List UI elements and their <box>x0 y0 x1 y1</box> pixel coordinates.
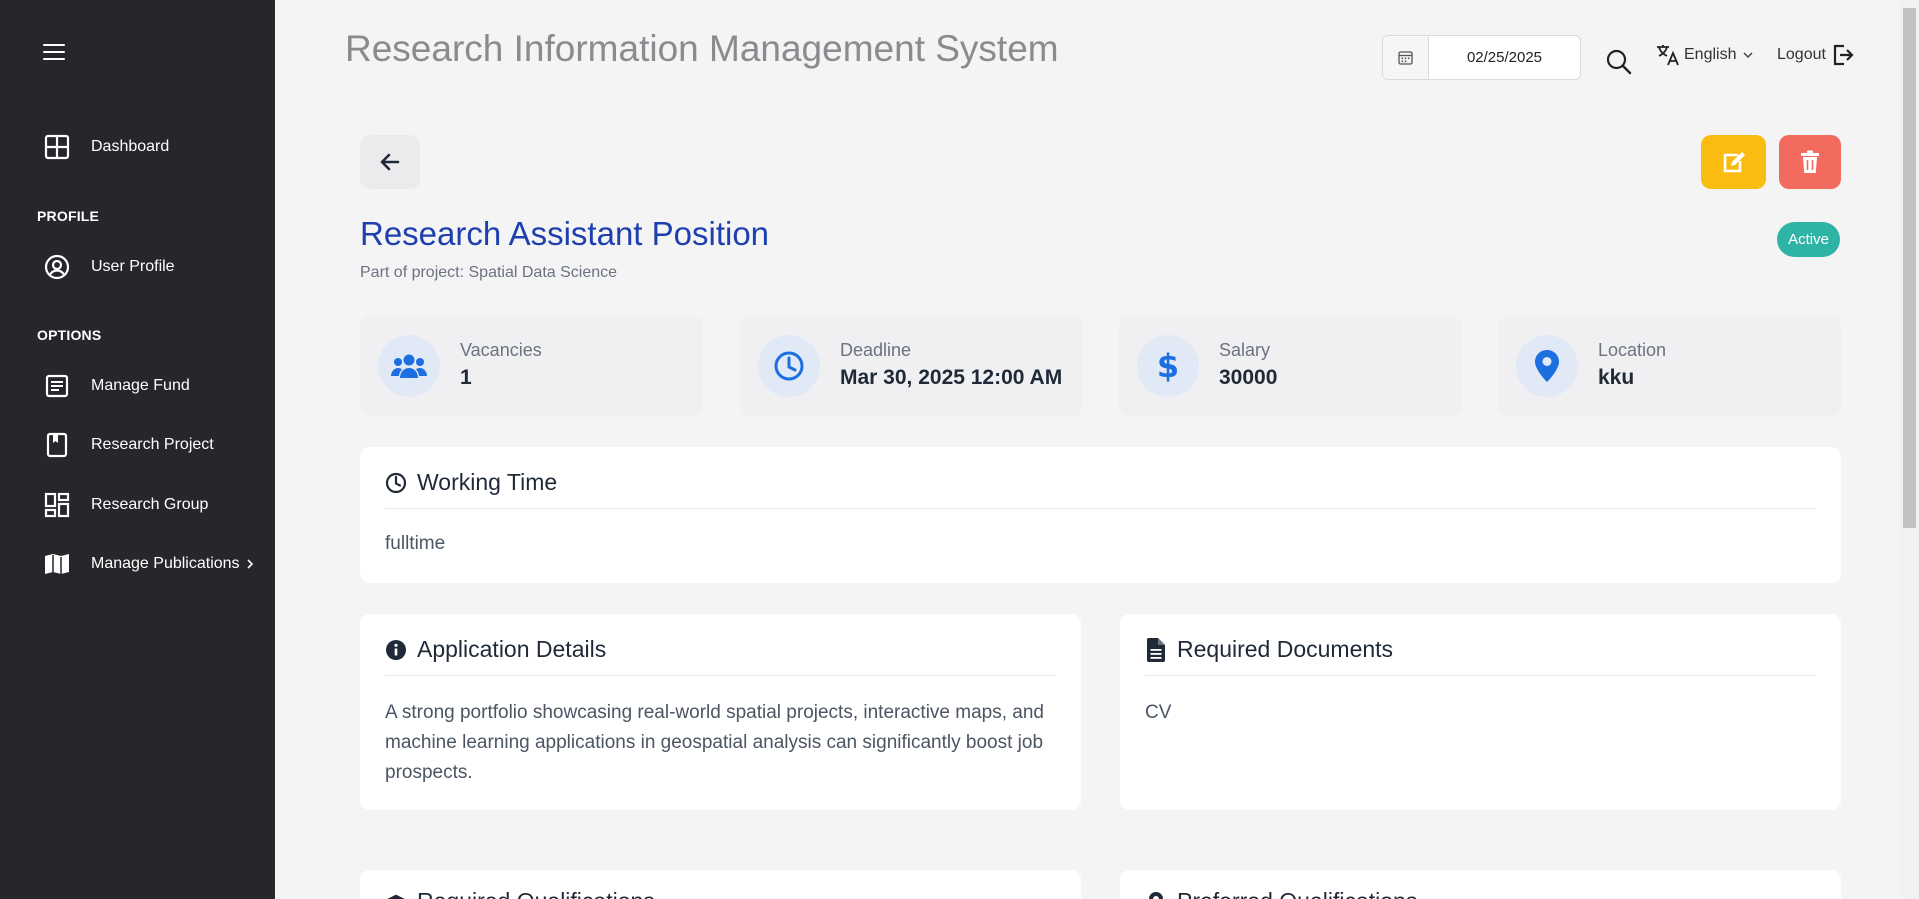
date-value[interactable]: 02/25/2025 <box>1429 36 1580 79</box>
stat-value: 1 <box>460 366 472 389</box>
sidebar-item-label: Manage Fund <box>91 377 190 394</box>
stat-label: Vacancies <box>460 340 542 360</box>
logout-button[interactable]: Logout <box>1777 44 1854 66</box>
card-title: Required Documents <box>1177 636 1394 662</box>
sidebar-item-label: Dashboard <box>91 138 170 155</box>
stat-label: Location <box>1598 340 1667 360</box>
section-label-options: OPTIONS <box>37 327 102 343</box>
language-label: English <box>1684 46 1737 63</box>
sidebar-item-dashboard[interactable]: Dashboard <box>44 134 169 160</box>
sidebar-item-research-group[interactable]: Research Group <box>44 492 208 518</box>
card-title: Working Time <box>417 469 558 495</box>
search-icon[interactable] <box>1605 48 1633 76</box>
chevron-down-icon <box>1742 51 1754 59</box>
stat-card-salary: $ Salary 30000 <box>1119 316 1462 416</box>
clock-icon <box>385 471 407 495</box>
section-label-profile: PROFILE <box>37 208 100 224</box>
bookmark-book-icon <box>44 432 70 458</box>
card-header: Working Time <box>385 469 1816 509</box>
card-header: Required Documents <box>1145 636 1816 676</box>
award-icon <box>1145 890 1167 899</box>
stat-value: kku <box>1598 366 1635 389</box>
stat-label: Deadline <box>840 340 912 360</box>
logout-label: Logout <box>1777 46 1826 63</box>
graduation-cap-icon <box>385 890 407 899</box>
users-icon <box>378 335 440 397</box>
working-time-card: Working Time fulltime <box>360 447 1841 583</box>
map-pin-icon <box>1516 335 1578 397</box>
application-details-card: Application Details A strong portfolio s… <box>360 614 1081 810</box>
chevron-right-icon <box>246 559 254 569</box>
card-header: Application Details <box>385 636 1056 676</box>
sidebar-item-label: Research Group <box>91 496 209 513</box>
scrollbar-thumb[interactable] <box>1903 8 1916 528</box>
page-scrollbar[interactable] <box>1900 0 1919 899</box>
stat-value: 30000 <box>1219 366 1278 389</box>
stat-card-deadline: Deadline Mar 30, 2025 12:00 AM <box>740 316 1083 416</box>
sidebar-item-research-project[interactable]: Research Project <box>44 432 214 458</box>
card-title: Application Details <box>417 636 607 662</box>
card-header: Required Qualifications <box>385 888 1056 899</box>
back-button[interactable] <box>360 135 420 189</box>
edit-button[interactable] <box>1701 135 1766 189</box>
preferred-qualifications-card: Preferred Qualifications <box>1120 870 1841 899</box>
arrow-left-icon <box>380 153 400 171</box>
hamburger-menu-icon[interactable] <box>43 44 65 62</box>
edit-icon <box>1722 151 1746 173</box>
sidebar-item-manage-fund[interactable]: Manage Fund <box>44 373 190 399</box>
info-circle-icon <box>385 638 407 662</box>
required-documents-card: Required Documents CV <box>1120 614 1841 810</box>
date-picker[interactable]: 02/25/2025 <box>1382 35 1581 80</box>
language-selector[interactable]: English <box>1656 44 1754 66</box>
trash-icon <box>1800 150 1820 174</box>
card-title: Required Qualifications <box>417 888 655 899</box>
open-book-icon <box>44 551 70 577</box>
project-subtitle: Part of project: Spatial Data Science <box>360 264 618 281</box>
app-title: Research Information Management System <box>345 28 1059 69</box>
logout-icon <box>1832 44 1854 66</box>
card-header: Preferred Qualifications <box>1145 888 1816 899</box>
card-title: Preferred Qualifications <box>1177 888 1417 899</box>
translate-icon <box>1656 44 1680 66</box>
user-circle-icon <box>44 254 70 280</box>
document-list-icon <box>44 373 70 399</box>
document-icon <box>1145 638 1167 662</box>
delete-button[interactable] <box>1779 135 1841 189</box>
grid-icon <box>44 134 70 160</box>
working-time-value: fulltime <box>385 533 446 554</box>
sidebar-item-manage-publications[interactable]: Manage Publications <box>44 551 254 577</box>
sidebar-item-label: Manage Publications <box>91 555 240 572</box>
page-title: Research Assistant Position <box>360 215 770 252</box>
dollar-icon: $ <box>1137 335 1199 397</box>
required-documents-text: CV <box>1145 702 1172 723</box>
stat-label: Salary <box>1219 340 1271 360</box>
sidebar-item-user-profile[interactable]: User Profile <box>44 254 175 280</box>
application-details-text: A strong portfolio showcasing real-world… <box>385 702 1044 783</box>
dashboard-tiles-icon <box>44 492 70 518</box>
stat-card-location: Location kku <box>1498 316 1841 416</box>
sidebar-item-label: Research Project <box>91 436 214 453</box>
clock-icon <box>758 335 820 397</box>
required-qualifications-card: Required Qualifications <box>360 870 1081 899</box>
sidebar-item-label: User Profile <box>91 258 175 275</box>
sidebar: Dashboard PROFILE User Profile OPTIONS M… <box>0 0 275 899</box>
status-badge: Active <box>1777 222 1840 257</box>
stat-value: Mar 30, 2025 12:00 AM <box>840 366 1063 389</box>
calendar-icon[interactable] <box>1383 36 1429 79</box>
stat-card-vacancies: Vacancies 1 <box>360 316 703 416</box>
